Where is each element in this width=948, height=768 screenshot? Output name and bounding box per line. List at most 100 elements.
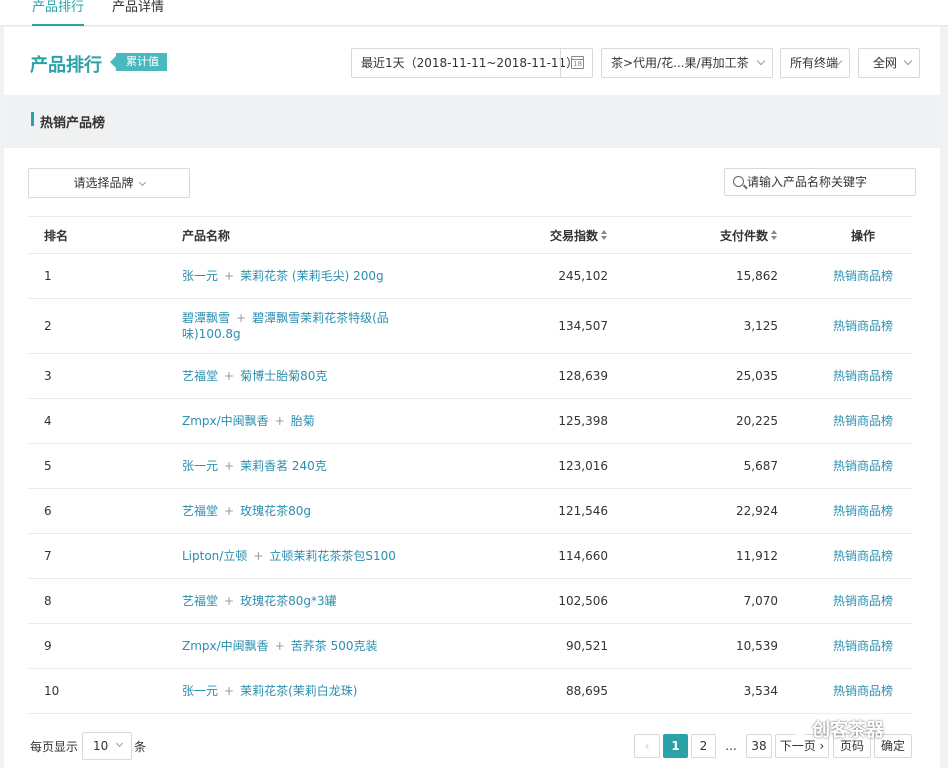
action-cell: 热销商品榜 (818, 489, 908, 533)
table-row: 5 张一元 + 茉莉香茗 240克 123,016 5,687 热销商品榜 (28, 444, 912, 489)
hot-items-link[interactable]: 热销商品榜 (833, 413, 893, 429)
header-trade-index[interactable]: 交易指数 (478, 217, 608, 253)
category-select-text: 茶>代用/花...果/再加工茶 (611, 56, 749, 70)
product-link[interactable]: 张一元 + 茉莉香茗 240克 (182, 458, 327, 474)
calendar-button[interactable] (560, 49, 592, 77)
product-link[interactable]: 艺福堂 + 玫瑰花茶80g (182, 503, 311, 519)
rank-cell: 1 (44, 269, 52, 283)
chevron-down-icon (138, 178, 146, 187)
chevron-down-icon (756, 56, 766, 66)
tab-product-detail[interactable]: 产品详情 (112, 0, 168, 26)
action-cell: 热销商品榜 (818, 354, 908, 398)
product-link[interactable]: 艺福堂 + 玫瑰花茶80g*3罐 (182, 593, 337, 609)
product-brand: Zmpx/中闽飘香 (182, 414, 269, 428)
pay-count-cell: 3,534 (743, 684, 778, 698)
table-row: 7 Lipton/立顿 + 立顿茉莉花茶茶包S100 114,660 11,912 热销商品… (28, 534, 912, 579)
product-name-cell: Zmpx/中闽飘香 + 苦荞茶 500克装 (182, 624, 402, 668)
trade-index-cell: 90,521 (566, 639, 608, 653)
product-link[interactable]: 张一元 + 茉莉花茶 (茉莉毛尖) 200g (182, 268, 384, 284)
top-nav: 产品排行 产品详情 (0, 0, 948, 26)
per-page-unit: 条 (134, 740, 147, 754)
trade-index-cell: 123,016 (558, 459, 608, 473)
product-link[interactable]: 碧潭飘雪 + 碧潭飘雪茉莉花茶特级(品味)100.8g (182, 310, 402, 342)
rank-cell: 2 (44, 319, 52, 333)
hot-items-link[interactable]: 热销商品榜 (833, 368, 893, 384)
channel-select-text: 全网 (873, 56, 898, 70)
table-row: 9 Zmpx/中闽飘香 + 苦荞茶 500克装 90,521 10,539 热销商品榜 (28, 624, 912, 669)
product-link[interactable]: 艺福堂 + 菊博士胎菊80克 (182, 368, 327, 384)
calendar-icon (571, 56, 584, 69)
pay-count-cell: 5,687 (743, 459, 778, 473)
trade-index-cell: 102,506 (558, 594, 608, 608)
product-name-cell: Lipton/立顿 + 立顿茉莉花茶茶包S100 (182, 534, 402, 578)
header-pay-count-label: 支付件数 (719, 228, 768, 243)
table-body: 1 张一元 + 茉莉花茶 (茉莉毛尖) 200g 245,102 15,862 热销商品榜 2… (28, 254, 912, 714)
table-header: 排名 产品名称 交易指数 支付件数 操作 (28, 217, 912, 254)
product-title: 茉莉香茗 240克 (240, 459, 327, 473)
header-pay-count[interactable]: 支付件数 (648, 217, 778, 253)
date-range-text: 最近1天（2018-11-11~2018-11-11） (361, 56, 579, 70)
terminal-select[interactable]: 所有终端 (780, 48, 850, 78)
search-input[interactable] (747, 172, 911, 192)
product-title: 茉莉花茶 (茉莉毛尖) 200g (240, 269, 384, 283)
page-size-select[interactable]: 10 (82, 732, 132, 760)
page-header: 产品排行 累计值 最近1天（2018-11-11~2018-11-11） 茶>代… (4, 27, 940, 95)
category-select[interactable]: 茶>代用/花...果/再加工茶 (601, 48, 773, 78)
trade-index-cell: 245,102 (558, 269, 608, 283)
prev-page-button[interactable]: ‹ (634, 734, 660, 758)
section-header: 热销产品榜 (4, 95, 940, 145)
product-brand: 张一元 (182, 269, 219, 283)
product-brand: Zmpx/中闽飘香 (182, 639, 269, 653)
product-link[interactable]: Zmpx/中闽飘香 + 胎菊 (182, 413, 315, 429)
hot-items-link[interactable]: 热销商品榜 (833, 548, 893, 564)
product-name-cell: 艺福堂 + 玫瑰花茶80g (182, 489, 402, 533)
product-title: 玫瑰花茶80g*3罐 (240, 594, 337, 608)
rank-cell: 8 (44, 594, 52, 608)
hot-items-link[interactable]: 热销商品榜 (833, 638, 893, 654)
plus-separator: + (274, 639, 285, 653)
hot-items-link[interactable]: 热销商品榜 (833, 503, 893, 519)
product-brand: 碧潭飘雪 (182, 311, 231, 325)
date-range-picker[interactable]: 最近1天（2018-11-11~2018-11-11） (351, 48, 593, 78)
rank-cell: 6 (44, 504, 52, 518)
product-name-cell: 艺福堂 + 菊博士胎菊80克 (182, 354, 402, 398)
section-accent-bar (31, 112, 34, 126)
product-title: 菊博士胎菊80克 (240, 369, 328, 383)
pay-count-cell: 10,539 (736, 639, 778, 653)
search-icon[interactable] (733, 176, 744, 187)
page-button-38[interactable]: 38 (746, 734, 772, 758)
product-link[interactable]: 张一元 + 茉莉花茶(茉莉白龙珠) (182, 683, 357, 699)
hot-items-link[interactable]: 热销商品榜 (833, 268, 893, 284)
header-action: 操作 (850, 228, 875, 243)
plus-separator: + (224, 459, 235, 473)
hot-items-link[interactable]: 热销商品榜 (833, 318, 893, 334)
product-brand: 张一元 (182, 459, 219, 473)
product-link[interactable]: Lipton/立顿 + 立顿茉莉花茶茶包S100 (182, 548, 396, 564)
action-cell: 热销商品榜 (818, 299, 908, 353)
ranking-table: 排名 产品名称 交易指数 支付件数 操作 1 张一元 + 茉莉花茶 (茉莉毛尖) 20… (28, 216, 912, 714)
chevron-down-icon (115, 739, 124, 748)
product-search (724, 168, 916, 196)
table-row: 4 Zmpx/中闽飘香 + 胎菊 125,398 20,225 热销商品榜 (28, 399, 912, 444)
hot-items-link[interactable]: 热销商品榜 (833, 458, 893, 474)
header-rank: 排名 (44, 228, 69, 243)
page-button-2[interactable]: 2 (691, 734, 716, 758)
plus-separator: + (253, 549, 264, 563)
hot-items-link[interactable]: 热销商品榜 (833, 593, 893, 609)
page-button-1[interactable]: 1 (663, 734, 688, 758)
cumulative-badge: 累计值 (110, 53, 167, 71)
trade-index-cell: 128,639 (558, 369, 608, 383)
product-link[interactable]: Zmpx/中闽飘香 + 苦荞茶 500克装 (182, 638, 377, 654)
trade-index-cell: 134,507 (558, 319, 608, 333)
product-name-cell: 艺福堂 + 玫瑰花茶80g*3罐 (182, 579, 402, 623)
brand-select[interactable]: 请选择品牌 (28, 168, 190, 198)
table-row: 10 张一元 + 茉莉花茶(茉莉白龙珠) 88,695 3,534 热销商品榜 (28, 669, 912, 714)
trade-index-cell: 114,660 (558, 549, 608, 563)
tab-product-ranking[interactable]: 产品排行 (32, 0, 84, 26)
channel-select[interactable]: 全网 (858, 48, 920, 78)
sort-icon[interactable] (771, 230, 778, 240)
hot-items-link[interactable]: 热销商品榜 (833, 683, 893, 699)
per-page-label: 每页显示 (30, 740, 79, 754)
sort-icon[interactable] (601, 230, 608, 240)
product-brand: Lipton/立顿 (182, 549, 248, 563)
